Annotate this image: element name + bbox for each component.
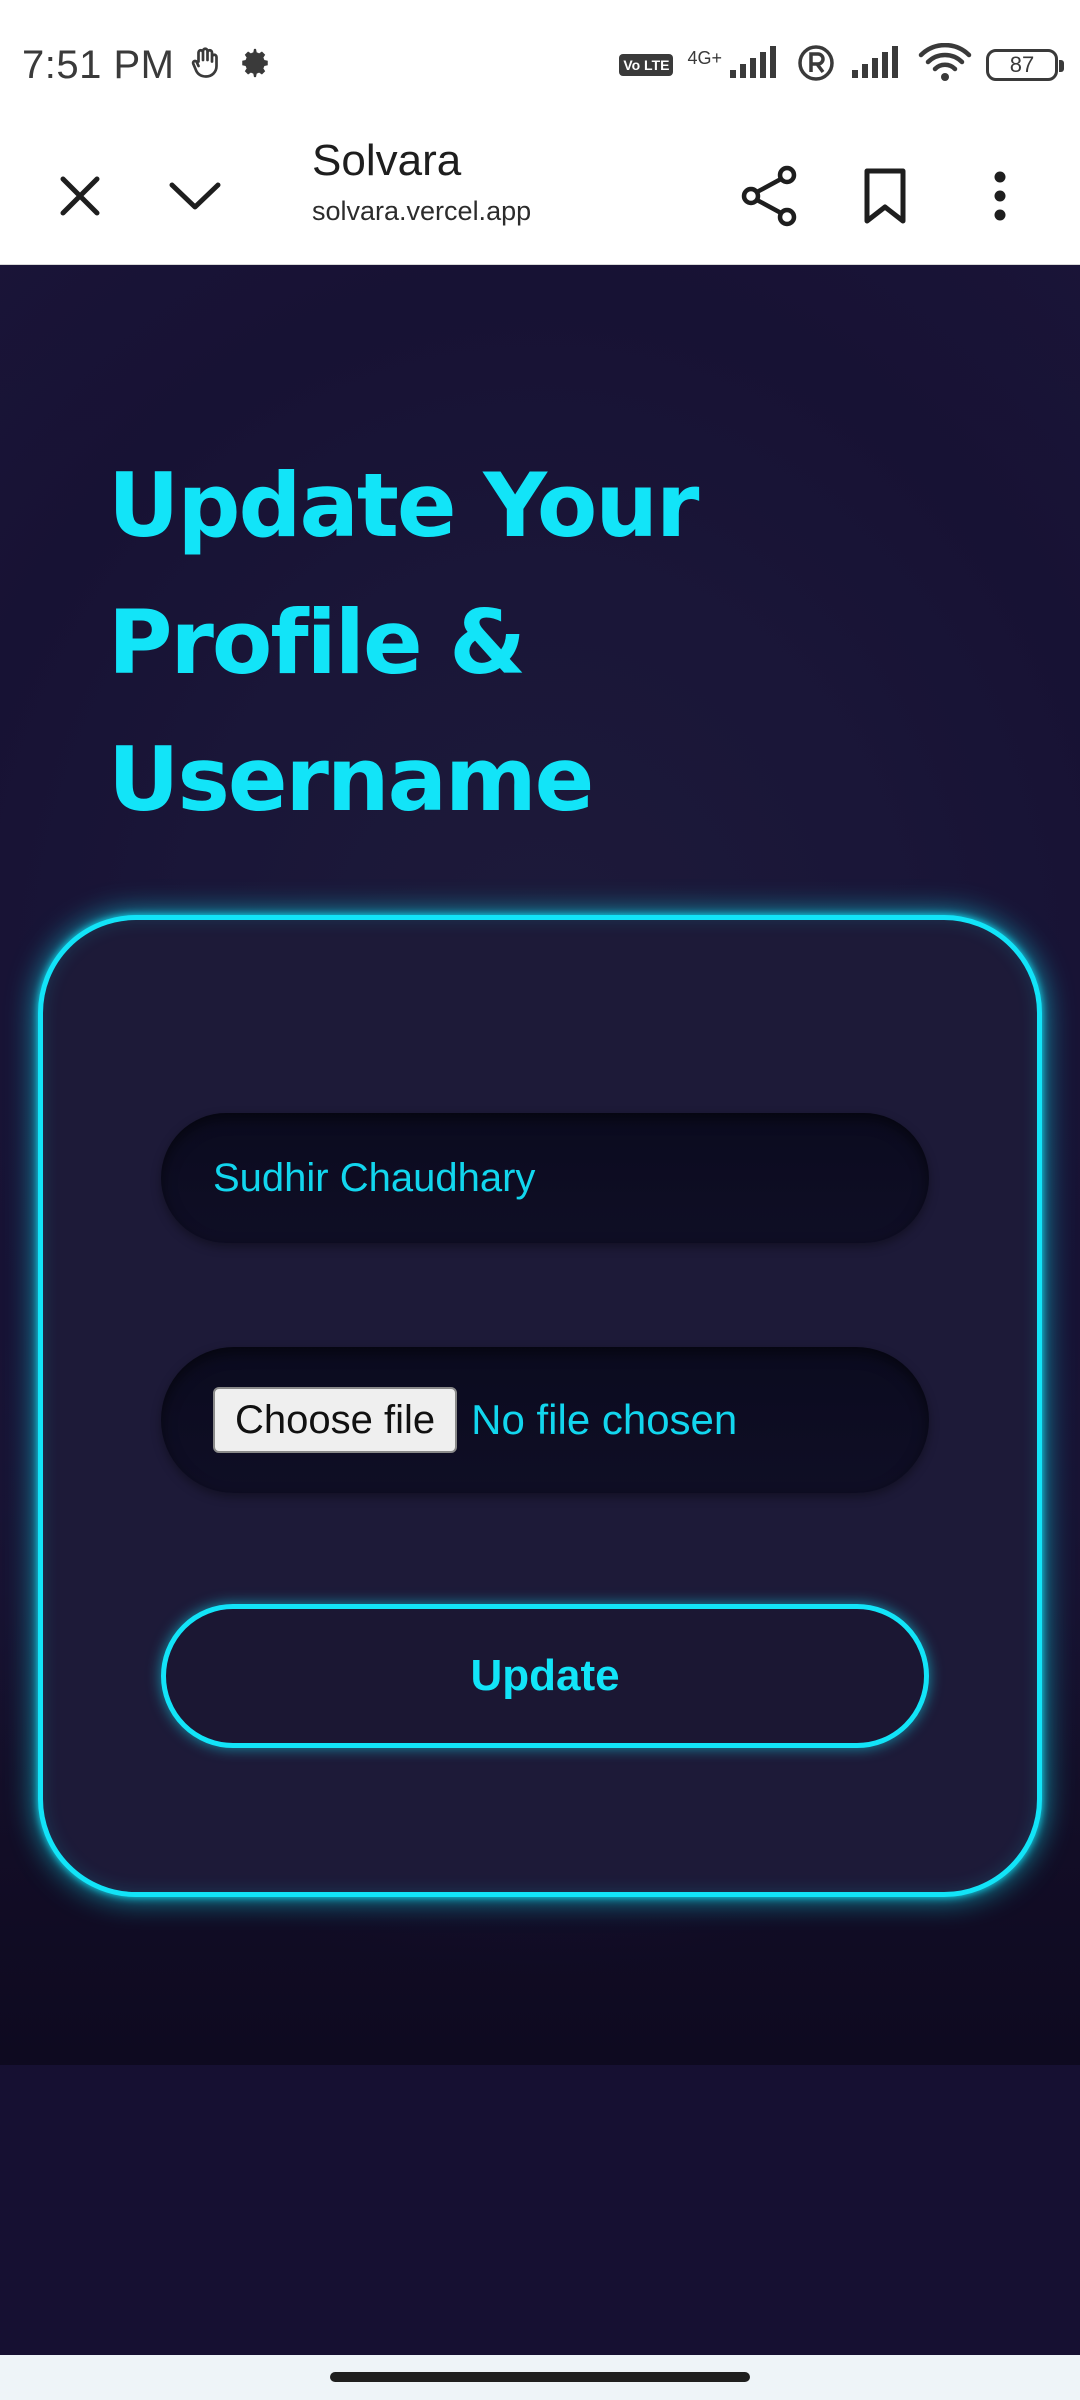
hero-section: Update Your Profile & Username Sudhir Ch…: [0, 265, 1080, 2065]
close-button[interactable]: [40, 158, 120, 238]
status-time: 7:51 PM: [22, 42, 175, 87]
gesture-nav-bar: [0, 2355, 1080, 2400]
profile-image-file-input: Choose file No file chosen: [161, 1347, 929, 1493]
share-icon: [741, 165, 799, 232]
update-button[interactable]: Update: [161, 1604, 929, 1748]
bookmark-button[interactable]: [845, 158, 925, 238]
file-status-text: No file chosen: [471, 1396, 738, 1443]
home-gesture-handle[interactable]: [330, 2372, 750, 2382]
battery-level: 87: [1009, 52, 1035, 77]
profile-form-card: Sudhir Chaudhary Choose file No file cho…: [38, 915, 1042, 1897]
browser-toolbar: Solvara solvara.vercel.app: [0, 130, 1080, 265]
more-menu-button[interactable]: [960, 158, 1040, 238]
cell-signal-icon: [728, 45, 782, 85]
more-vertical-icon: [992, 170, 1008, 227]
wifi-icon: [918, 42, 972, 88]
status-bar: 7:51 PM Vo LTE 4G+ 87: [0, 0, 1080, 130]
share-button[interactable]: [730, 158, 810, 238]
page-heading: Update Your Profile & Username: [108, 454, 699, 831]
gesture-hand-icon: [188, 45, 224, 86]
settings-gear-icon: [238, 46, 272, 85]
chevron-down-icon: [168, 179, 222, 218]
username-input[interactable]: Sudhir Chaudhary: [161, 1113, 929, 1243]
network-type-label: 4G+: [687, 47, 722, 68]
choose-file-button[interactable]: Choose file: [213, 1387, 458, 1453]
bookmark-icon: [863, 167, 907, 230]
status-left: 7:51 PM: [22, 43, 272, 88]
username-value: Sudhir Chaudhary: [213, 1155, 536, 1200]
web-page: Update Your Profile & Username Sudhir Ch…: [0, 265, 1080, 2355]
roaming-icon: [796, 43, 836, 88]
battery-icon: 87: [986, 49, 1064, 81]
collapse-button[interactable]: [155, 158, 235, 238]
page-title: Solvara: [312, 136, 462, 185]
status-right: Vo LTE 4G+ 87: [619, 42, 1064, 88]
close-icon: [57, 173, 103, 224]
page-url: solvara.vercel.app: [312, 196, 532, 226]
volte-badge: Vo LTE: [619, 54, 674, 76]
cell-signal-2-icon: [850, 45, 904, 85]
